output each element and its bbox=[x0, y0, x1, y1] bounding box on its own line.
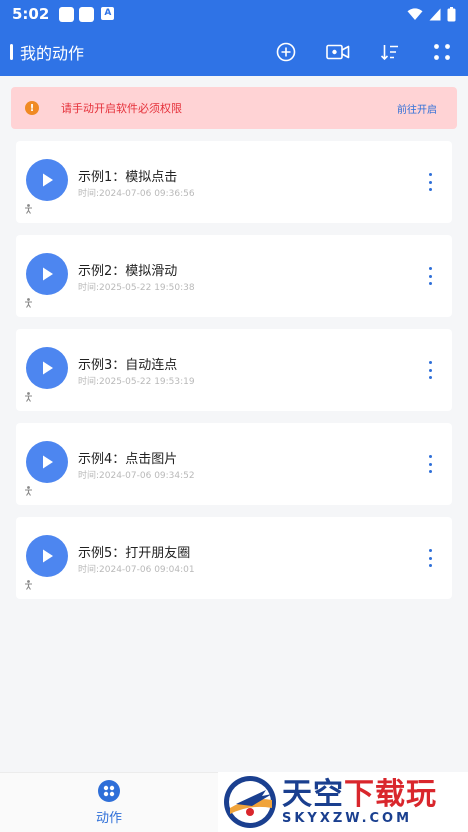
more-menu-button[interactable] bbox=[422, 265, 438, 287]
play-button[interactable] bbox=[26, 347, 68, 389]
action-card[interactable]: 示例2：模拟滑动 时间:2025-05-22 19:50:38 bbox=[16, 235, 452, 317]
notification-a-icon: A bbox=[101, 6, 115, 20]
action-title: 示例1：模拟点击 bbox=[78, 170, 178, 185]
status-bar: 5:02 A bbox=[0, 0, 468, 28]
add-circle-icon bbox=[276, 42, 296, 62]
bottom-nav-actions[interactable]: 动作 bbox=[0, 772, 218, 832]
action-time: 时间:2024-07-06 09:04:01 bbox=[78, 565, 195, 575]
sort-button[interactable] bbox=[364, 28, 416, 76]
title-accent-bar bbox=[10, 44, 13, 60]
action-card[interactable]: 示例3：自动连点 时间:2025-05-22 19:53:19 bbox=[16, 329, 452, 411]
record-button[interactable] bbox=[312, 28, 364, 76]
video-record-icon bbox=[326, 44, 350, 60]
app-bar: 我的动作 bbox=[0, 28, 468, 76]
battery-icon bbox=[447, 6, 456, 21]
person-icon bbox=[25, 486, 32, 496]
signal-icon bbox=[429, 8, 441, 20]
notification-icon bbox=[79, 6, 95, 22]
sort-icon bbox=[380, 45, 398, 61]
action-time: 时间:2024-07-06 09:36:56 bbox=[78, 189, 195, 199]
play-icon bbox=[43, 267, 53, 281]
person-icon bbox=[25, 580, 32, 590]
more-menu-button[interactable] bbox=[422, 453, 438, 475]
more-menu-button[interactable] bbox=[422, 547, 438, 569]
page-title: 我的动作 bbox=[20, 44, 85, 63]
play-button[interactable] bbox=[26, 535, 68, 577]
action-title: 示例4：点击图片 bbox=[78, 452, 178, 467]
action-list: 示例1：模拟点击 时间:2024-07-06 09:36:56 示例2：模拟滑动… bbox=[16, 141, 452, 611]
add-action-button[interactable] bbox=[260, 28, 312, 76]
action-time: 时间:2025-05-22 19:50:38 bbox=[78, 283, 195, 293]
open-permission-link[interactable]: 前往开启 bbox=[397, 101, 437, 116]
play-button[interactable] bbox=[26, 441, 68, 483]
more-menu-button[interactable] bbox=[422, 359, 438, 381]
play-icon bbox=[43, 549, 53, 563]
watermark-cn: 天空下载玩 bbox=[282, 776, 437, 812]
notification-icons: A bbox=[59, 6, 115, 22]
notification-icon bbox=[59, 6, 75, 22]
notice-text: 请手动开启软件必须权限 bbox=[61, 102, 182, 115]
action-title: 示例2：模拟滑动 bbox=[78, 264, 178, 279]
person-icon bbox=[25, 204, 32, 214]
play-button[interactable] bbox=[26, 253, 68, 295]
action-card[interactable]: 示例4：点击图片 时间:2024-07-06 09:34:52 bbox=[16, 423, 452, 505]
more-menu-button[interactable] bbox=[422, 171, 438, 193]
action-card[interactable]: 示例1：模拟点击 时间:2024-07-06 09:36:56 bbox=[16, 141, 452, 223]
wifi-icon bbox=[407, 7, 423, 20]
nav-label-actions: 动作 bbox=[95, 810, 122, 826]
play-icon bbox=[43, 361, 53, 375]
status-time: 5:02 bbox=[12, 5, 50, 23]
grid-apps-icon bbox=[98, 779, 120, 802]
action-time: 时间:2024-07-06 09:34:52 bbox=[78, 471, 195, 481]
person-icon bbox=[25, 298, 32, 308]
watermark-en: SKYXZW.COM bbox=[282, 810, 413, 826]
warning-icon: ! bbox=[25, 101, 39, 115]
action-title: 示例5：打开朋友圈 bbox=[78, 546, 191, 561]
action-card[interactable]: 示例5：打开朋友圈 时间:2024-07-06 09:04:01 bbox=[16, 517, 452, 599]
watermark-logo-icon bbox=[224, 776, 276, 828]
expand-icon bbox=[434, 44, 450, 60]
person-icon bbox=[25, 392, 32, 402]
action-time: 时间:2025-05-22 19:53:19 bbox=[78, 377, 195, 387]
site-watermark: 天空下载玩 SKYXZW.COM bbox=[218, 772, 468, 832]
fullscreen-button[interactable] bbox=[416, 28, 468, 76]
action-title: 示例3：自动连点 bbox=[78, 358, 178, 373]
permission-notice: ! 请手动开启软件必须权限 前往开启 bbox=[11, 87, 457, 129]
play-icon bbox=[43, 173, 53, 187]
play-icon bbox=[43, 455, 53, 469]
play-button[interactable] bbox=[26, 159, 68, 201]
